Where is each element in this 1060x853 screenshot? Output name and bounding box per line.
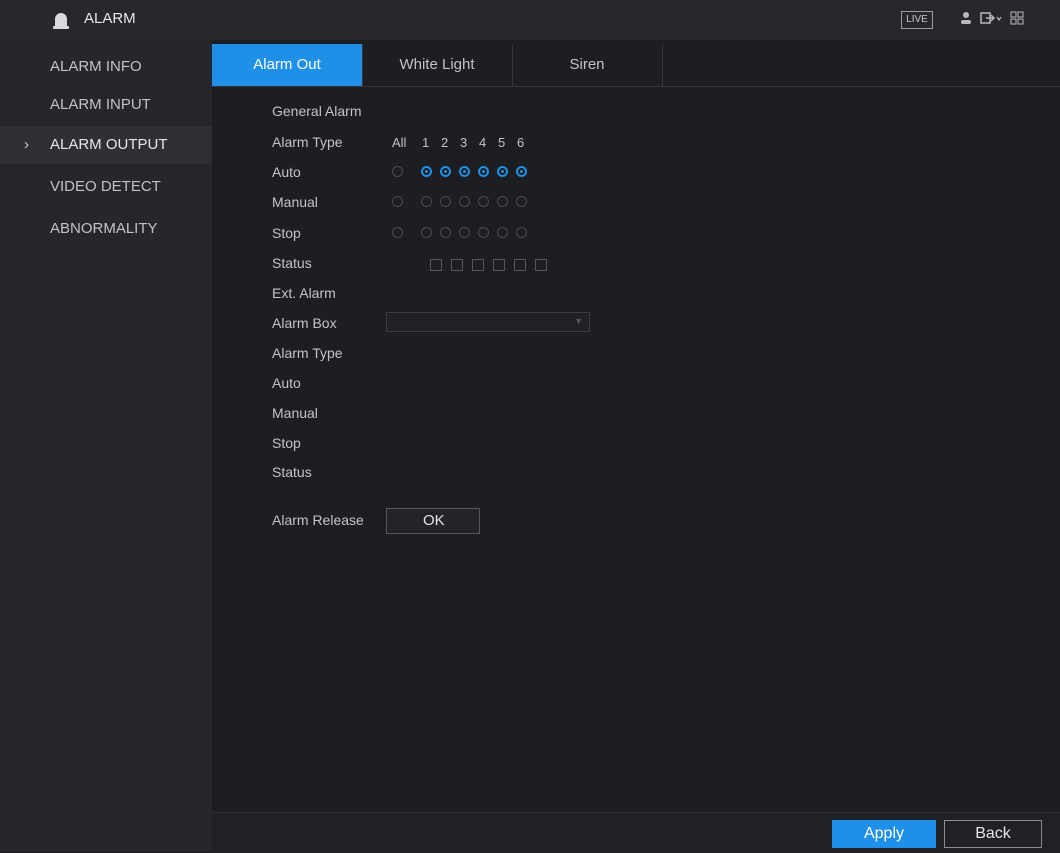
back-button[interactable]: Back [944, 820, 1042, 848]
ext-auto-label: Auto [272, 375, 301, 391]
alarm-box-label: Alarm Box [272, 315, 337, 331]
logout-icon[interactable] [980, 11, 1002, 28]
manual-channel-4-radio[interactable] [478, 196, 489, 207]
alarm-release-ok-button[interactable]: OK [386, 508, 480, 534]
stop-channel-4-radio[interactable] [478, 227, 489, 238]
auto-all-radio[interactable] [392, 166, 403, 177]
channel-3-label: 3 [460, 135, 468, 150]
manual-channel-6-radio[interactable] [516, 196, 527, 207]
stop-channel-6-radio[interactable] [516, 227, 527, 238]
status-channel-1-box [430, 259, 442, 271]
sidebar-item-alarm-input[interactable]: ALARM INPUT [0, 86, 212, 124]
channel-1-label: 1 [422, 135, 430, 150]
alarm-type-label: Alarm Type [272, 134, 343, 150]
stop-channel-2-radio[interactable] [440, 227, 451, 238]
channel-4-label: 4 [479, 135, 487, 150]
alarm-release-label: Alarm Release [272, 512, 364, 528]
sidebar-item-label: ABNORMALITY [50, 220, 158, 237]
status-channel-6-box [535, 259, 547, 271]
status-channel-5-box [514, 259, 526, 271]
status-channel-3-box [472, 259, 484, 271]
auto-channel-1-radio[interactable] [421, 166, 432, 177]
stop-channel-1-radio[interactable] [421, 227, 432, 238]
tab-bar: Alarm Out White Light Siren [212, 40, 1060, 87]
sidebar-item-video-detect[interactable]: VIDEO DETECT [0, 168, 212, 206]
sidebar-item-abnormality[interactable]: ABNORMALITY [0, 210, 212, 248]
stop-channel-3-radio[interactable] [459, 227, 470, 238]
menu-grid-icon[interactable] [1010, 11, 1024, 28]
sidebar-item-label: ALARM OUTPUT [50, 136, 168, 153]
manual-all-radio[interactable] [392, 196, 403, 207]
auto-channel-4-radio[interactable] [478, 166, 489, 177]
stop-channel-5-radio[interactable] [497, 227, 508, 238]
status-channel-2-box [451, 259, 463, 271]
sidebar: ALARM INFO ALARM INPUT › ALARM OUTPUT VI… [0, 40, 212, 852]
tab-white-light[interactable]: White Light [362, 44, 513, 86]
section-ext-alarm: Ext. Alarm [272, 285, 336, 301]
manual-channel-2-radio[interactable] [440, 196, 451, 207]
manual-label: Manual [272, 194, 318, 210]
ext-alarm-type-label: Alarm Type [272, 345, 343, 361]
auto-label: Auto [272, 164, 301, 180]
status-channel-4-box [493, 259, 505, 271]
stop-label: Stop [272, 225, 301, 241]
chevron-down-icon: ▼ [574, 316, 583, 326]
auto-channel-5-radio[interactable] [497, 166, 508, 177]
apply-button[interactable]: Apply [832, 820, 936, 848]
top-bar: ALARM LIVE [0, 0, 1060, 41]
page-title: ALARM [84, 10, 136, 27]
channel-5-label: 5 [498, 135, 506, 150]
footer-bar: Apply Back [212, 812, 1060, 853]
sidebar-item-label: ALARM INFO [50, 58, 142, 75]
channel-6-label: 6 [517, 135, 525, 150]
auto-channel-6-radio[interactable] [516, 166, 527, 177]
ext-stop-label: Stop [272, 435, 301, 451]
section-general-alarm: General Alarm [272, 103, 362, 119]
manual-channel-1-radio[interactable] [421, 196, 432, 207]
sidebar-item-alarm-output[interactable]: › ALARM OUTPUT [0, 126, 212, 164]
live-button[interactable]: LIVE [901, 11, 933, 29]
main-content: Alarm Out White Light Siren General Alar… [212, 40, 1060, 853]
tab-alarm-out[interactable]: Alarm Out [212, 44, 363, 86]
user-icon[interactable] [960, 11, 972, 28]
ext-status-label: Status [272, 464, 312, 480]
alarm-box-dropdown[interactable]: ▼ [386, 312, 590, 332]
bell-icon [53, 13, 69, 29]
auto-channel-2-radio[interactable] [440, 166, 451, 177]
manual-channel-3-radio[interactable] [459, 196, 470, 207]
auto-channel-3-radio[interactable] [459, 166, 470, 177]
chevron-right-icon: › [24, 136, 29, 153]
stop-all-radio[interactable] [392, 227, 403, 238]
status-label: Status [272, 255, 312, 271]
ext-manual-label: Manual [272, 405, 318, 421]
sidebar-item-label: ALARM INPUT [50, 96, 151, 113]
sidebar-item-label: VIDEO DETECT [50, 178, 161, 195]
sidebar-item-alarm-info[interactable]: ALARM INFO [0, 48, 212, 86]
all-label: All [392, 135, 407, 150]
manual-channel-5-radio[interactable] [497, 196, 508, 207]
tab-siren[interactable]: Siren [512, 44, 663, 86]
channel-2-label: 2 [441, 135, 449, 150]
